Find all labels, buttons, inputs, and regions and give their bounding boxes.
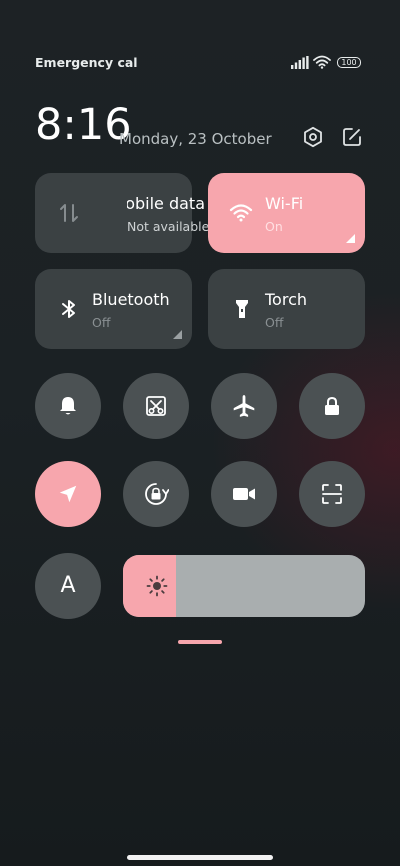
torch-status: Off [265, 315, 284, 330]
bell-icon [60, 397, 76, 415]
wifi-status-icon [313, 55, 331, 69]
arrows-up-down-icon [60, 204, 78, 222]
location-icon [59, 485, 77, 503]
status-bar [0, 0, 400, 40]
wifi-status: On [265, 219, 283, 234]
rotation-lock-toggle[interactable] [123, 461, 189, 527]
bluetooth-title: Bluetooth [92, 290, 170, 309]
edit-icon[interactable] [341, 126, 363, 148]
wifi-icon [229, 204, 253, 222]
screenshot-icon [146, 396, 166, 416]
flashlight-icon [236, 300, 248, 318]
wifi-title: Wi-Fi [265, 194, 304, 213]
brightness-slider[interactable] [123, 555, 365, 617]
carrier-status-text: Emergency calls only [35, 55, 137, 70]
screenshot-toggle[interactable] [123, 373, 189, 439]
signal-strength-icon [291, 56, 309, 69]
location-toggle[interactable] [35, 461, 101, 527]
sun-icon [146, 575, 168, 597]
torch-title: Torch [265, 290, 308, 309]
airplane-mode-toggle[interactable] [211, 373, 277, 439]
mobile-data-tile[interactable]: Mobile data Not available [35, 173, 209, 253]
lock-icon [325, 396, 339, 415]
airplane-icon [233, 395, 255, 417]
screen-lock-toggle[interactable] [299, 373, 365, 439]
mobile-data-title: Mobile data [127, 194, 205, 213]
bluetooth-tile[interactable]: Bluetooth Off [35, 269, 192, 349]
bluetooth-icon [62, 300, 75, 318]
bluetooth-status: Off [92, 315, 111, 330]
screen-recorder-toggle[interactable] [211, 461, 277, 527]
wifi-tile[interactable]: Wi-Fi On [208, 173, 365, 253]
torch-tile[interactable]: Torch Off [208, 269, 365, 349]
font-size-button[interactable]: A [35, 553, 101, 619]
wifi-more-arrow-icon[interactable] [346, 234, 355, 243]
settings-icon[interactable] [302, 126, 324, 148]
silent-toggle[interactable] [35, 373, 101, 439]
date-label: Monday, 23 October [119, 130, 272, 148]
video-camera-icon [233, 488, 255, 500]
page-indicator [178, 640, 222, 644]
clock: 8:16 [35, 100, 132, 150]
bluetooth-more-arrow-icon[interactable] [173, 330, 182, 339]
rotation-lock-icon [145, 483, 169, 505]
battery-indicator: 100 [337, 57, 361, 68]
scanner-toggle[interactable] [299, 461, 365, 527]
mobile-data-status: Not available [127, 219, 210, 234]
scanner-icon [322, 484, 342, 504]
home-indicator-bar[interactable] [127, 855, 273, 860]
